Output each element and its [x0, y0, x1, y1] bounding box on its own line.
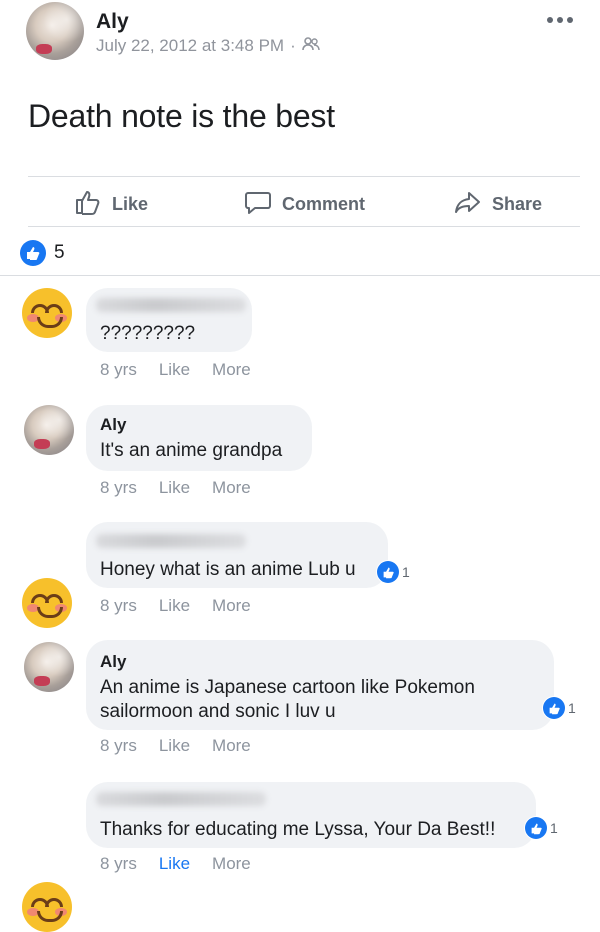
author-avatar[interactable]: [26, 2, 84, 60]
comment-reaction-count: 1: [550, 820, 558, 836]
action-bar-top-divider: [28, 176, 580, 177]
meta-separator: ·: [290, 36, 296, 55]
comment-reaction[interactable]: 1: [376, 560, 414, 584]
like-reaction-icon: [377, 561, 399, 583]
comment-age[interactable]: 8 yrs: [100, 478, 137, 498]
comment-age[interactable]: 8 yrs: [100, 736, 137, 756]
comment-more-link[interactable]: More: [212, 478, 251, 498]
comment-more-link[interactable]: More: [212, 854, 251, 874]
share-button[interactable]: Share: [454, 188, 542, 221]
post-meta: July 22, 2012 at 3:48 PM ·: [96, 36, 320, 56]
commenter-avatar-photo[interactable]: [24, 642, 74, 692]
comment-bubble: Aly It's an anime grandpa: [86, 405, 312, 471]
comment-text: An anime is Japanese cartoon like Pokemo…: [100, 677, 475, 722]
redacted-commenter-name: [96, 792, 266, 806]
comment-like-link[interactable]: Like: [159, 478, 190, 498]
friends-icon: [301, 36, 320, 56]
comment-bubble: ?????????: [86, 288, 252, 352]
comment-button[interactable]: Comment: [244, 188, 365, 221]
comment-text: ?????????: [100, 323, 196, 344]
comment-meta: 8 yrs Like More: [100, 596, 251, 616]
post-author-name[interactable]: Aly: [96, 10, 129, 34]
comment-like-link[interactable]: Like: [159, 736, 190, 756]
comment-meta: 8 yrs Like More: [100, 360, 251, 380]
comment-bubble: Thanks for educating me Lyssa, Your Da B…: [86, 782, 536, 848]
redacted-commenter-name: [96, 534, 246, 548]
post-text: Death note is the best: [28, 98, 335, 134]
share-icon: [454, 188, 482, 221]
comment-like-link[interactable]: Like: [159, 596, 190, 616]
commenter-avatar-emoji[interactable]: [22, 882, 72, 932]
reaction-count: 5: [54, 242, 65, 263]
thumbs-up-icon: [74, 188, 102, 221]
reactions-divider: [0, 275, 600, 276]
comment-author[interactable]: Aly: [100, 415, 126, 435]
like-reaction-icon: [543, 697, 565, 719]
comment-reaction[interactable]: 1: [542, 696, 580, 720]
comment-like-link-active[interactable]: Like: [159, 854, 190, 874]
commenter-avatar-emoji[interactable]: [22, 288, 72, 338]
post-timestamp[interactable]: July 22, 2012 at 3:48 PM: [96, 36, 284, 56]
comment-text: Honey what is an anime Lub u: [100, 559, 356, 580]
ellipsis-icon[interactable]: [546, 12, 574, 30]
comment-reaction[interactable]: 1: [524, 816, 562, 840]
comment-like-link[interactable]: Like: [159, 360, 190, 380]
comment-more-link[interactable]: More: [212, 360, 251, 380]
commenter-avatar-photo[interactable]: [24, 405, 74, 455]
comment-more-link[interactable]: More: [212, 596, 251, 616]
comment-text: It's an anime grandpa: [100, 440, 283, 461]
comment-label: Comment: [282, 194, 366, 214]
comment-age[interactable]: 8 yrs: [100, 854, 137, 874]
comment-text: Thanks for educating me Lyssa, Your Da B…: [100, 819, 496, 840]
commenter-avatar-emoji[interactable]: [22, 578, 72, 628]
like-button[interactable]: Like: [74, 188, 148, 221]
comment-author[interactable]: Aly: [100, 652, 126, 672]
share-label: Share: [492, 194, 543, 214]
comment-bubble: Aly An anime is Japanese cartoon like Po…: [86, 640, 554, 730]
comment-age[interactable]: 8 yrs: [100, 596, 137, 616]
action-bar-bottom-divider: [28, 226, 580, 227]
comment-reaction-count: 1: [568, 700, 576, 716]
like-reaction-icon: [525, 817, 547, 839]
redacted-commenter-name: [96, 298, 246, 312]
reaction-summary[interactable]: 5: [20, 240, 65, 266]
comment-reaction-count: 1: [402, 564, 410, 580]
like-reaction-icon: [20, 240, 46, 266]
comment-more-link[interactable]: More: [212, 736, 251, 756]
comment-bubble: Honey what is an anime Lub u: [86, 522, 388, 588]
comment-meta: 8 yrs Like More: [100, 736, 251, 756]
comment-age[interactable]: 8 yrs: [100, 360, 137, 380]
comment-meta: 8 yrs Like More: [100, 478, 251, 498]
comment-icon: [244, 188, 272, 221]
comment-meta: 8 yrs Like More: [100, 854, 251, 874]
like-label: Like: [112, 194, 149, 214]
